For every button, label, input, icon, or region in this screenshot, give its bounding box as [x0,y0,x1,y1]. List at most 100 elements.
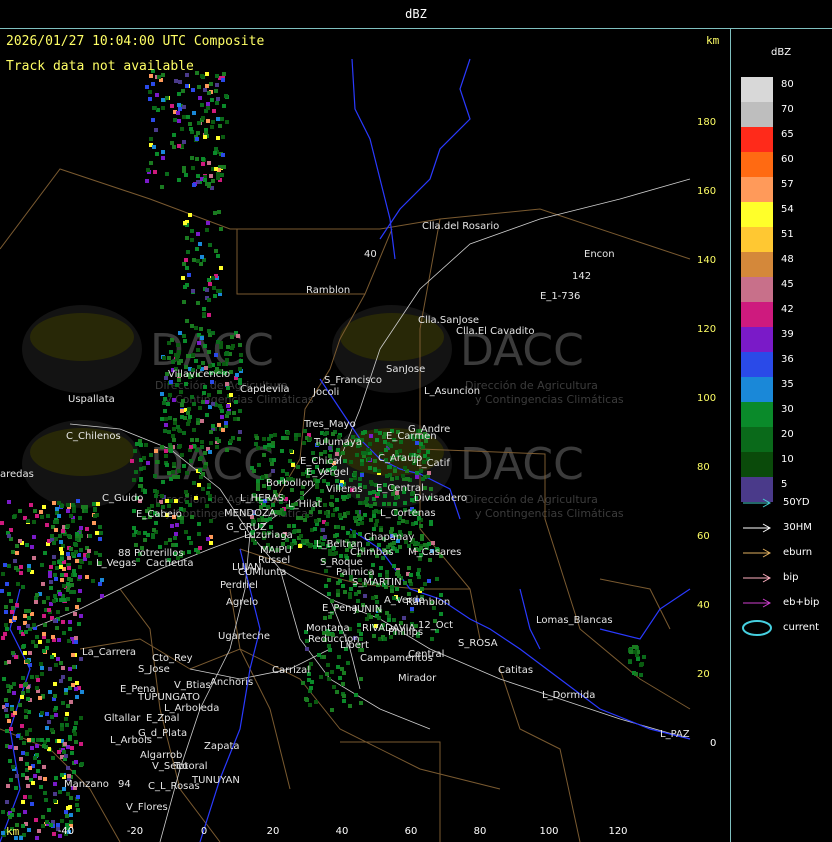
radar-echo-cell [214,249,218,253]
radar-echo-cell [75,803,79,807]
track-arrow-icon [743,523,772,533]
radar-echo-cell [190,238,194,242]
radar-echo-cell [203,385,207,389]
radar-echo-cell [72,665,76,669]
radar-echo-cell [369,518,373,522]
radar-echo-cell [198,96,202,100]
radar-echo-cell [168,416,172,420]
radar-echo-cell [226,411,230,415]
place-label: Borbollon [266,478,314,489]
radar-echo-cell [81,505,85,509]
radar-echo-cell [401,474,405,478]
radar-echo-cell [30,746,34,750]
radar-echo-cell [25,762,29,766]
track-legend-label: current [783,622,820,633]
radar-echo-cell [387,502,391,506]
radar-echo-cell [96,502,100,506]
radar-echo-cell [373,468,377,472]
radar-echo-cell [4,708,8,712]
radar-echo-cell [182,464,186,468]
radar-echo-cell [148,97,152,101]
color-swatch [741,102,773,127]
radar-echo-cell [153,489,157,493]
y-tick-label: 60 [697,531,710,542]
radar-echo-cell [334,551,338,555]
radar-echo-cell [235,373,239,377]
radar-echo-cell [332,685,336,689]
radar-echo-cell [170,338,174,342]
radar-echo-cell [426,450,430,454]
radar-echo-cell [322,655,326,659]
radar-echo-cell [26,689,30,693]
radar-echo-cell [398,545,402,549]
radar-echo-cell [184,530,188,534]
radar-echo-cell [21,691,25,695]
radar-echo-cell [52,561,56,565]
radar-echo-cell [139,443,143,447]
radar-echo-cell [394,496,398,500]
place-label: La_Carrera [82,647,136,658]
radar-echo-cell [317,653,321,657]
map-canvas[interactable]: DACC DACC DACC DACC Dirección de Agricul… [0,29,730,842]
radar-echo-cell [239,353,243,357]
radar-echo-cell [43,791,47,795]
level-label: 20 [781,429,794,440]
level-label: 57 [781,179,794,190]
radar-echo-cell [25,659,29,663]
radar-echo-cell [65,712,69,716]
radar-echo-cell [146,533,150,537]
radar-echo-cell [324,511,328,515]
radar-echo-cell [405,520,409,524]
radar-map[interactable]: DACC DACC DACC DACC Dirección de Agricul… [0,29,731,842]
radar-echo-cell [328,648,332,652]
color-swatch [741,377,773,402]
radar-echo-cell [309,510,313,514]
radar-echo-cell [180,453,184,457]
radar-echo-cell [172,427,176,431]
radar-echo-cell [198,406,202,410]
radar-echo-cell [23,810,27,814]
radar-echo-cell [206,102,210,106]
watermark-line1: Dirección de Agricultura [465,379,598,392]
radar-echo-cell [10,813,14,817]
radar-echo-cell [225,382,229,386]
radar-echo-cell [341,451,345,455]
radar-echo-cell [428,558,432,562]
radar-echo-cell [77,598,81,602]
radar-echo-cell [420,587,424,591]
radar-echo-cell [74,640,78,644]
track-arrow-icon [743,498,772,508]
radar-echo-cell [98,525,102,529]
watermark-line1: Dirección de Agricultura [465,493,598,506]
radar-echo-cell [169,350,173,354]
radar-echo-cell [36,769,40,773]
radar-echo-cell [196,421,200,425]
radar-echo-cell [160,445,164,449]
radar-echo-cell [342,694,346,698]
radar-echo-cell [629,650,633,654]
radar-echo-cell [15,544,19,548]
radar-echo-cell [206,221,210,225]
radar-echo-cell [238,367,242,371]
radar-echo-cell [64,810,68,814]
radar-echo-cell [182,105,186,109]
place-label: Zapata [204,741,240,752]
place-label: C_L_Rosas [148,781,200,792]
radar-echo-cell [409,573,413,577]
radar-echo-cell [219,266,223,270]
radar-echo-cell [59,547,63,551]
radar-echo-cell [326,663,330,667]
radar-echo-cell [145,85,149,89]
radar-echo-cell [50,728,54,732]
radar-echo-cell [21,800,25,804]
radar-echo-cell [213,151,217,155]
radar-echo-cell [263,445,267,449]
radar-echo-cell [207,350,211,354]
track-legend-label: 50YD [783,497,810,508]
level-label: 39 [781,329,794,340]
radar-echo-cell [305,514,309,518]
color-swatch [741,302,773,327]
radar-echo-cell [403,501,407,505]
radar-echo-cell [253,541,257,545]
radar-echo-cell [197,341,201,345]
